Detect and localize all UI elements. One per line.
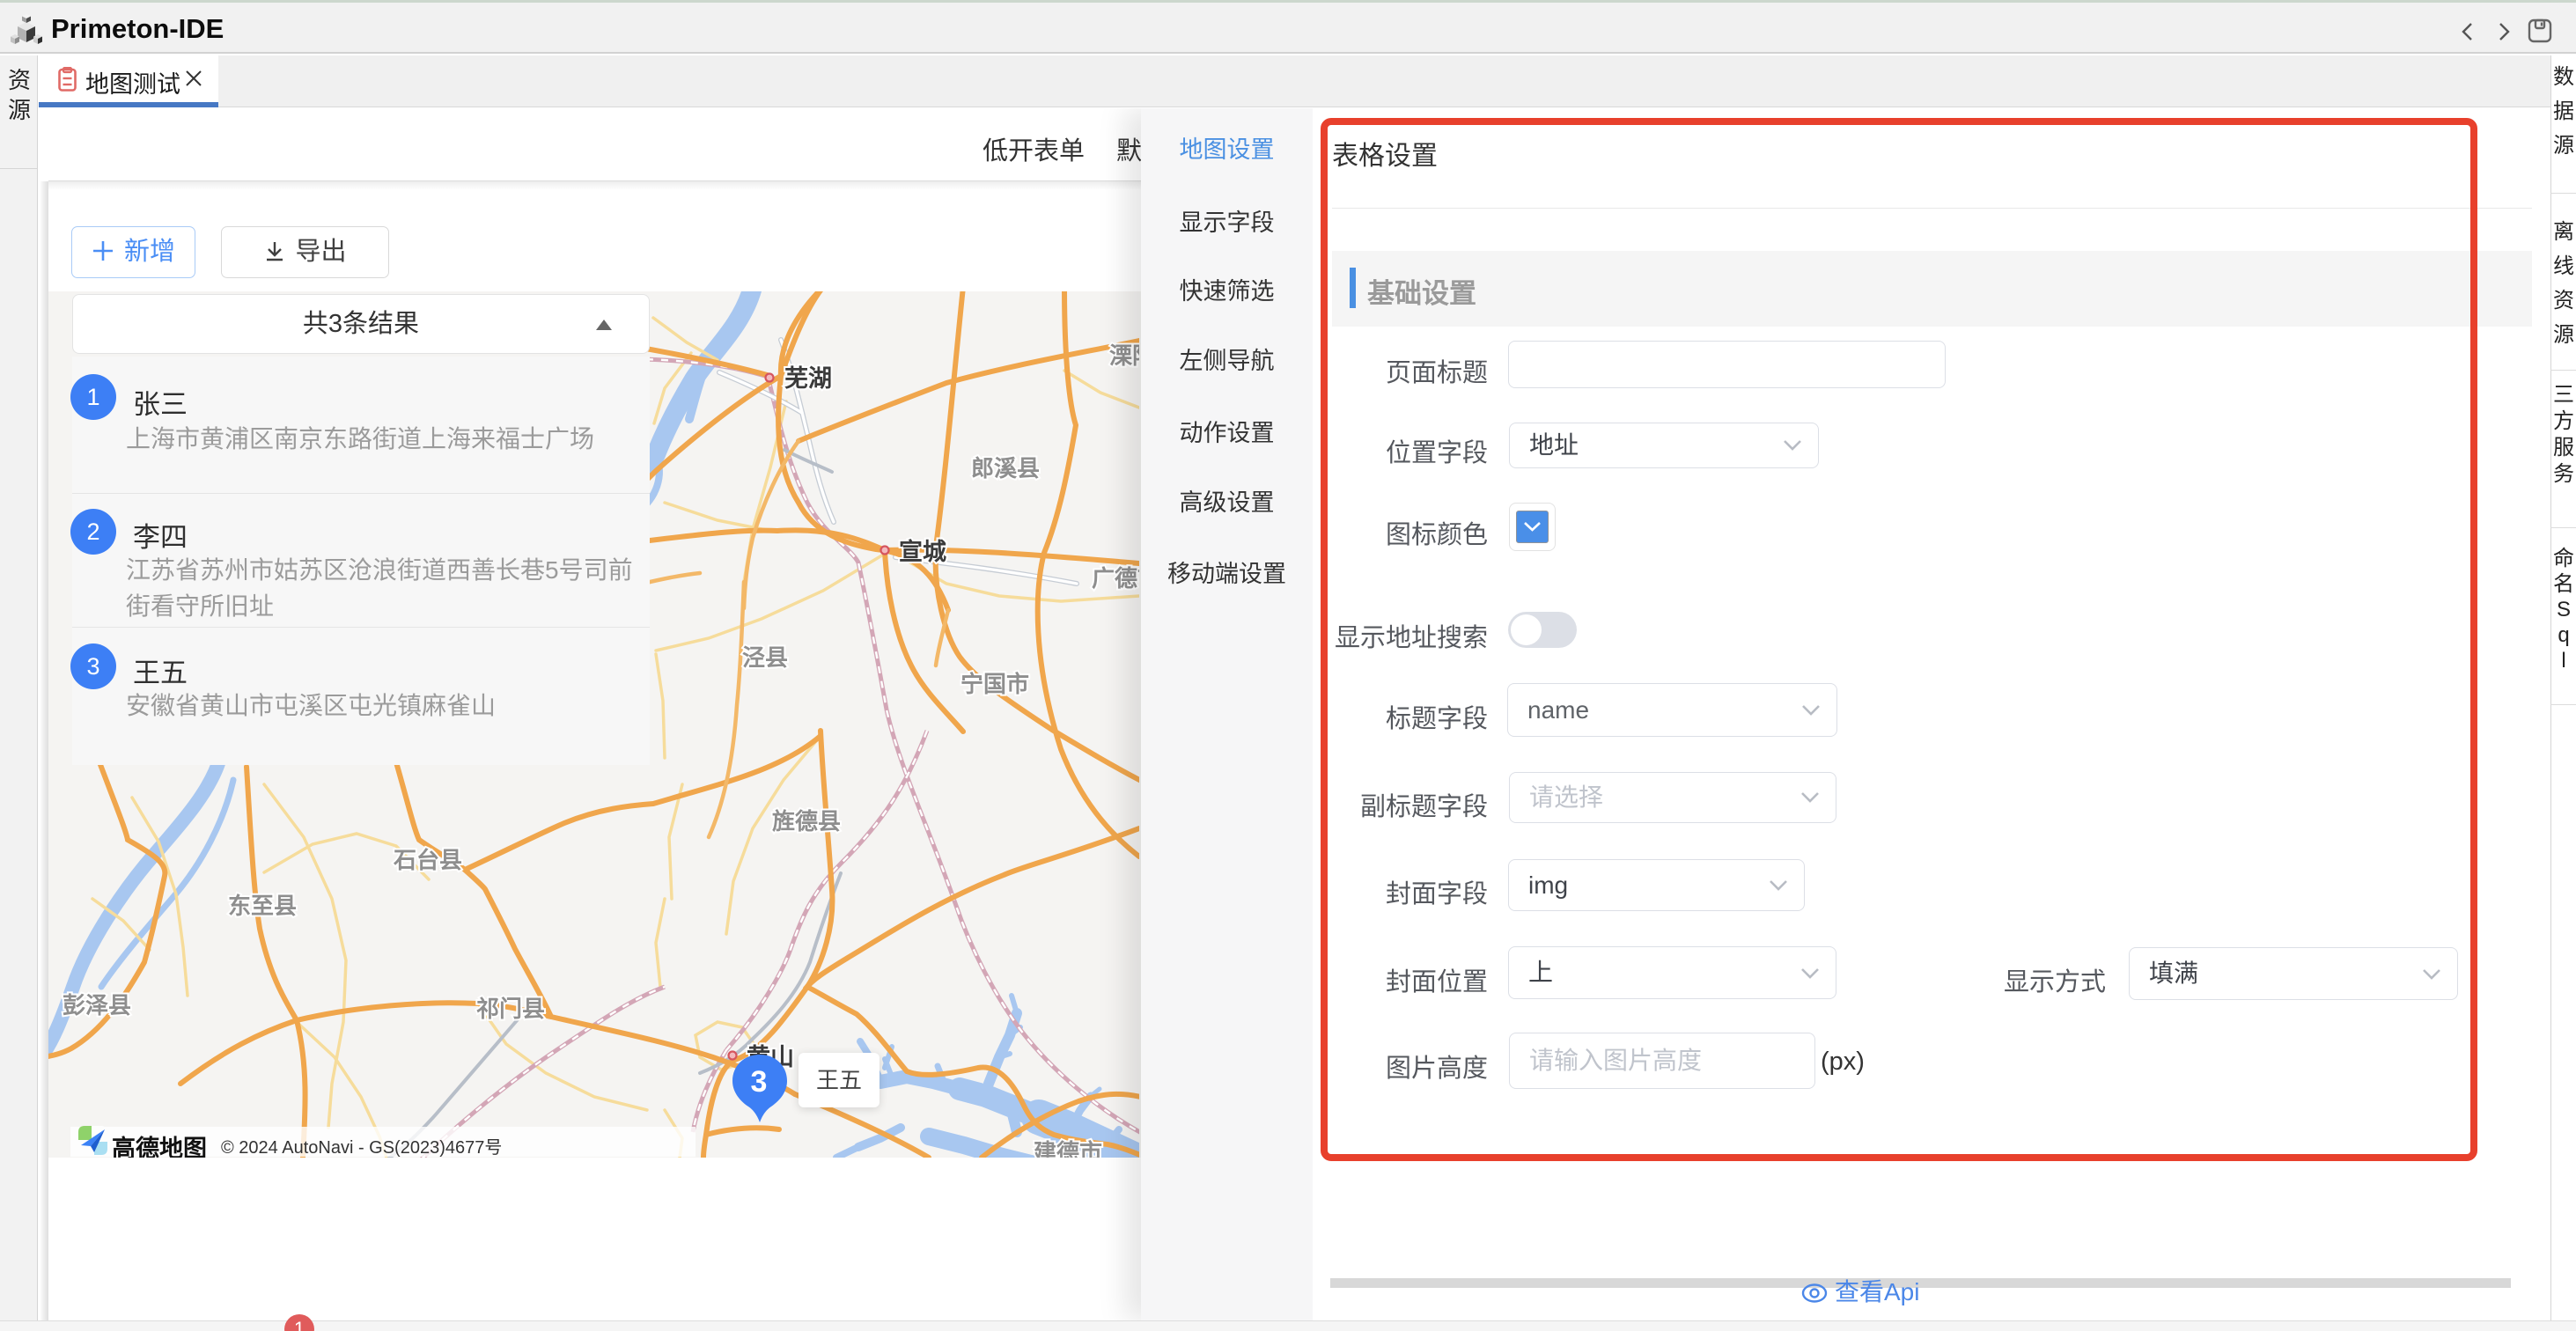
svg-text:宣城: 宣城 [899,538,946,565]
svg-text:旌德县: 旌德县 [772,808,841,835]
svg-text:3: 3 [751,1065,768,1099]
svg-text:祁门县: 祁门县 [476,996,545,1022]
svg-text:宁国市: 宁国市 [960,671,1029,697]
svg-text:广德市: 广德市 [1092,565,1139,592]
svg-text:泾县: 泾县 [742,644,788,671]
svg-text:溧阳: 溧阳 [1109,342,1139,369]
svg-text:郎溪县: 郎溪县 [971,455,1040,482]
svg-text:石台县: 石台县 [393,847,462,873]
svg-text:建德市: 建德市 [1034,1139,1102,1158]
svg-text:彭泽县: 彭泽县 [63,992,131,1018]
svg-text:芜湖: 芜湖 [784,365,832,392]
svg-text:东至县: 东至县 [228,893,297,919]
